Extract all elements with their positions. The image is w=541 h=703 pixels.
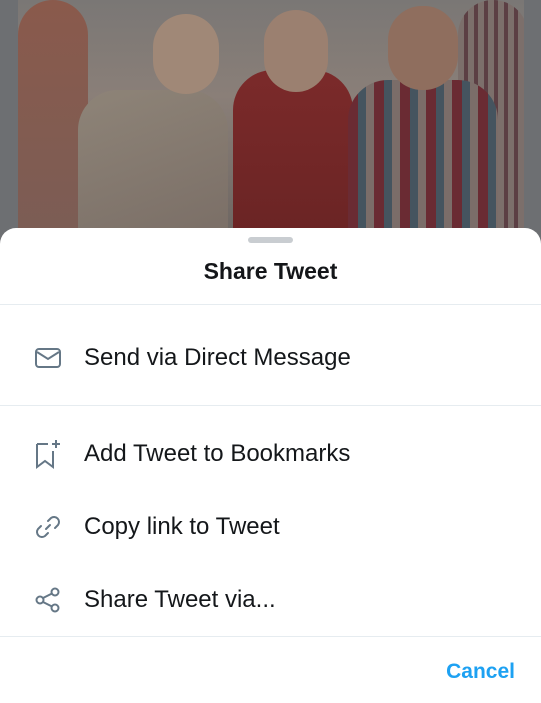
screen: Share Tweet Send via Direct Message Add <box>0 0 541 703</box>
divider <box>0 636 541 637</box>
photo-person-head <box>153 14 219 94</box>
copy-link-item[interactable]: Copy link to Tweet <box>0 497 541 557</box>
sheet-title: Share Tweet <box>203 258 338 284</box>
divider <box>0 304 541 305</box>
item-label: Copy link to Tweet <box>84 513 280 540</box>
envelope-icon <box>33 343 63 373</box>
share-bottom-sheet: Share Tweet Send via Direct Message Add <box>0 228 541 703</box>
cancel-button[interactable]: Cancel <box>446 660 515 684</box>
bookmark-add-icon <box>33 439 63 469</box>
photo-person <box>348 80 498 240</box>
photo-person-head <box>388 6 458 90</box>
link-icon <box>33 512 63 542</box>
photo-person <box>233 70 353 240</box>
photo-person-head <box>264 10 328 92</box>
item-label: Send via Direct Message <box>84 344 351 371</box>
send-via-dm-item[interactable]: Send via Direct Message <box>0 328 541 388</box>
share-icon <box>33 585 63 615</box>
tweet-photo[interactable] <box>18 0 524 240</box>
item-label: Add Tweet to Bookmarks <box>84 440 351 467</box>
divider <box>0 405 541 406</box>
sheet-drag-handle[interactable] <box>248 237 293 243</box>
add-to-bookmarks-item[interactable]: Add Tweet to Bookmarks <box>0 424 541 484</box>
photo-person <box>78 90 228 240</box>
share-via-item[interactable]: Share Tweet via... <box>0 570 541 630</box>
item-label: Share Tweet via... <box>84 586 276 613</box>
